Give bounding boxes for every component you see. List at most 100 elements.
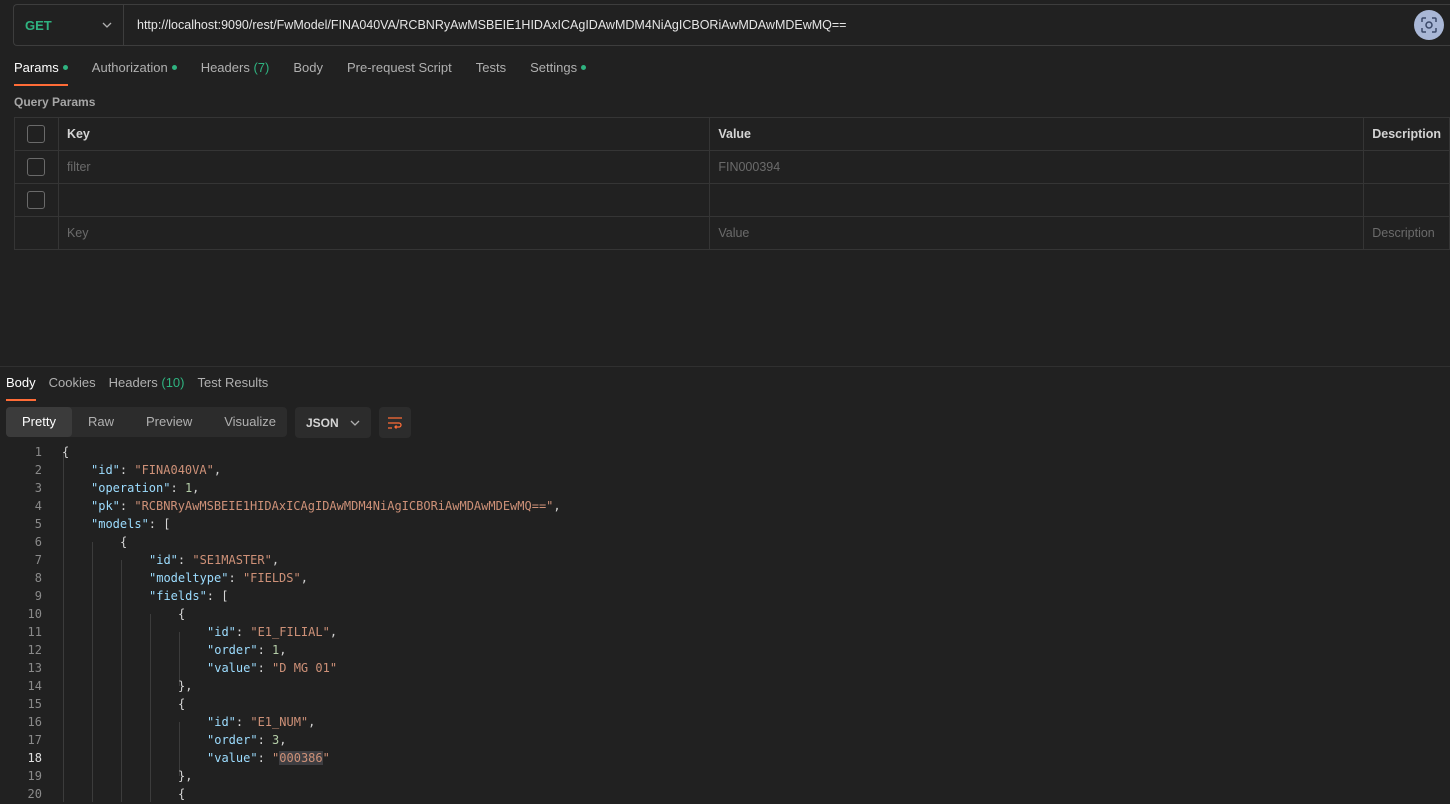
json-token: ,: [192, 481, 200, 495]
capture-icon-glyph: [1421, 17, 1437, 33]
tab-settings[interactable]: Settings: [530, 60, 587, 86]
json-token: {: [120, 535, 128, 549]
method-label: GET: [25, 17, 52, 33]
response-body-code[interactable]: 1 {2 "id": "FINA040VA", 3 "operation": 1, 4 "p…: [0, 443, 1450, 803]
tab-headers[interactable]: Headers (7): [201, 60, 270, 86]
code-text: "modeltype": "FIELDS",: [149, 569, 308, 587]
tab-params[interactable]: Params: [14, 60, 68, 86]
json-token: },: [178, 769, 193, 783]
row-checkbox[interactable]: [27, 191, 46, 209]
line-number: 4: [34, 499, 42, 513]
json-token: {: [178, 787, 186, 801]
param-description-input[interactable]: [1363, 150, 1450, 184]
view-visualize-button[interactable]: Visualize: [208, 407, 292, 437]
param-description-input[interactable]: [1363, 183, 1450, 217]
chevron-down-icon: [350, 420, 360, 426]
line-number: 1: [34, 445, 42, 459]
json-token: "order": [207, 643, 258, 657]
json-token: "modeltype": [149, 571, 229, 585]
status-dot: [581, 65, 587, 70]
code-line: 14},: [0, 677, 1450, 695]
line-number: 14: [27, 679, 42, 693]
method-select[interactable]: GET: [14, 5, 124, 45]
tab-label: Pre-request Script: [346, 60, 452, 75]
tab-count: (7): [253, 60, 270, 75]
code-line: 9 "fields": [: [0, 587, 1450, 605]
row-checkbox[interactable]: [27, 158, 46, 176]
line-number: 19: [27, 769, 42, 783]
tab-response-headers[interactable]: Headers (10): [109, 375, 185, 401]
code-line: 5 "models": [: [0, 515, 1450, 533]
code-text: "models": [: [91, 515, 170, 533]
new-value-input[interactable]: Value: [709, 216, 1365, 250]
new-description-input[interactable]: Description: [1363, 216, 1450, 250]
json-token: :: [177, 553, 193, 567]
view-pretty-button[interactable]: Pretty: [6, 407, 72, 437]
tab-body[interactable]: Body: [293, 60, 323, 86]
new-key-input[interactable]: Key: [57, 216, 711, 250]
param-key-input[interactable]: [57, 183, 711, 217]
format-select[interactable]: JSON: [295, 407, 371, 438]
json-token: "fields": [149, 589, 207, 603]
tab-response-body[interactable]: Body: [6, 375, 36, 401]
code-line: 8 "modeltype": "FIELDS",: [0, 569, 1450, 587]
tab-label: Tests: [475, 60, 507, 75]
tab-cookies[interactable]: Cookies: [49, 375, 96, 401]
code-line: 16 "id": "E1_NUM",: [0, 713, 1450, 731]
json-token: :: [119, 463, 135, 477]
code-line: 15 {: [0, 695, 1450, 713]
view-raw-button[interactable]: Raw: [72, 407, 130, 437]
line-number: 2: [34, 463, 42, 477]
table-row: [14, 183, 1450, 217]
code-text: "order": 3,: [207, 731, 287, 749]
wrap-lines-icon: [388, 416, 402, 429]
code-text: {: [62, 443, 69, 461]
tab-pre-request-script[interactable]: Pre-request Script: [347, 60, 452, 86]
param-value-input[interactable]: FIN000394: [709, 150, 1365, 184]
capture-icon[interactable]: [1414, 10, 1444, 40]
json-token: "id": [207, 715, 236, 729]
json-token: :: [257, 733, 273, 747]
row-checkbox-cell: [14, 150, 59, 184]
tab-label: Body: [6, 375, 36, 390]
json-token: "id": [207, 625, 236, 639]
code-text: "operation": 1,: [91, 479, 199, 497]
code-text: "id": "E1_FILIAL",: [207, 623, 337, 641]
json-token: :: [257, 661, 273, 675]
code-line: 12 "order": 1,: [0, 641, 1450, 659]
line-number: 12: [27, 643, 42, 657]
column-header-description: Description: [1363, 117, 1450, 151]
query-params-title: Query Params: [14, 95, 96, 109]
param-value-input[interactable]: [709, 183, 1365, 217]
json-token: ,: [329, 625, 338, 639]
pane-divider[interactable]: [0, 366, 1450, 367]
line-number: 3: [34, 481, 42, 495]
view-preview-button[interactable]: Preview: [130, 407, 208, 437]
code-text: "pk": "RCBNRyAwMSBEIE1HIDAxICAgIDAwMDM4N…: [91, 497, 561, 515]
row-checkbox-cell: [14, 183, 59, 217]
json-token: :: [235, 715, 251, 729]
code-line: 13 "value": "D MG 01": [0, 659, 1450, 677]
table-row-new: Key Value Description: [14, 216, 1450, 250]
code-text: {: [178, 695, 185, 713]
line-number: 20: [27, 787, 42, 801]
code-text: "value": "000386": [207, 749, 330, 767]
json-token: :: [257, 751, 273, 765]
tab-tests[interactable]: Tests: [476, 60, 506, 86]
column-header-key: Key: [57, 117, 711, 151]
url-input[interactable]: http://localhost:9090/rest/FwModel/FINA0…: [124, 18, 1450, 32]
wrap-lines-button[interactable]: [379, 407, 411, 438]
tab-authorization[interactable]: Authorization: [92, 60, 177, 86]
line-number: 15: [27, 697, 42, 711]
code-text: "id": "FINA040VA",: [91, 461, 221, 479]
tab-label: Authorization: [91, 60, 168, 75]
tab-label: Cookies: [48, 375, 96, 390]
code-line: 20 {: [0, 785, 1450, 803]
tab-test-results[interactable]: Test Results: [198, 375, 269, 401]
param-key-input[interactable]: filter: [57, 150, 711, 184]
select-all-checkbox[interactable]: [27, 125, 46, 143]
json-token: "FINA040VA": [134, 463, 214, 477]
table-row: filter FIN000394: [14, 150, 1450, 184]
line-number: 6: [34, 535, 42, 549]
code-line: 7 "id": "SE1MASTER",: [0, 551, 1450, 569]
